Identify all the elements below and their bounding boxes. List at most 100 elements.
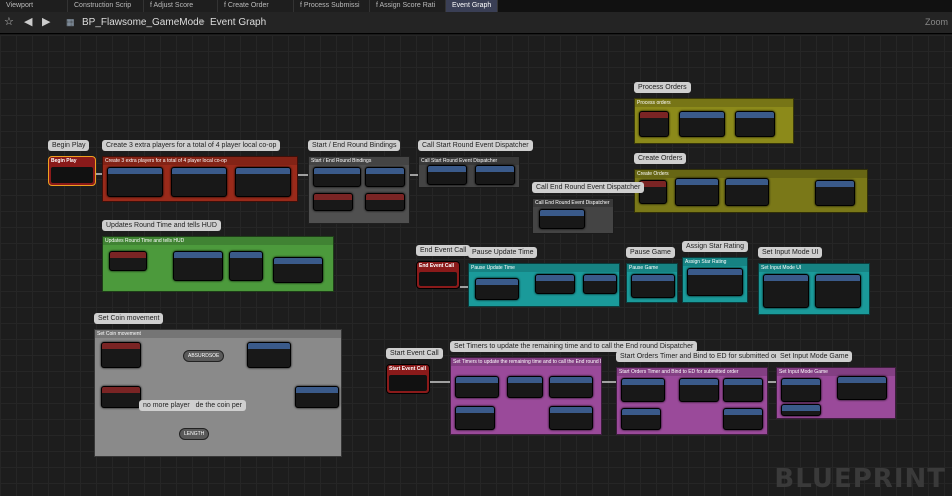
node[interactable]	[313, 167, 361, 187]
comment-bubble-set-input-mode-ui: Set Input Mode UI	[758, 247, 823, 258]
node[interactable]	[365, 193, 405, 211]
node[interactable]	[815, 274, 861, 308]
comment-bubble-call-start-round: Call Start Round Event Dispatcher	[418, 140, 533, 151]
node[interactable]	[723, 408, 763, 430]
comment-set-timers[interactable]: Set Timers to update the remaining time …	[450, 357, 602, 435]
node[interactable]	[109, 251, 147, 271]
tab-assign-score-rating[interactable]: f Assign Score Rati	[370, 0, 446, 12]
length-node[interactable]: LENGTH	[179, 428, 210, 440]
comment-start-orders-timer[interactable]: Start Orders Timer and Bind to ED for su…	[616, 367, 768, 435]
breadcrumb-blueprint[interactable]: BP_Flawsome_GameMode	[82, 17, 204, 28]
comment-assign-star-rating[interactable]: Assign Star Rating	[682, 257, 748, 303]
event-title: Begin Play	[51, 158, 77, 164]
comment-bubble-end-event-call: End Event Call	[416, 245, 471, 256]
comment-bubble-create-orders: Create Orders	[634, 153, 687, 164]
comment-call-start-round[interactable]: Call Start Round Event Dispatcher	[418, 156, 520, 188]
star-icon[interactable]: ☆	[4, 17, 14, 28]
start-event-call-node[interactable]: Start Event Call	[386, 364, 430, 394]
comment-header: Pause Game	[627, 264, 677, 272]
comment-header: Assign Star Rating	[683, 258, 747, 266]
node[interactable]	[273, 257, 323, 283]
graph-canvas[interactable]: Process Orders Process orders Create Ord…	[0, 35, 952, 496]
comment-header: Call Start Round Event Dispatcher	[419, 157, 519, 165]
node[interactable]	[735, 111, 775, 137]
node[interactable]	[507, 376, 543, 398]
comment-bubble-start-orders-timer: Start Orders Timer and Bind to ED for su…	[616, 351, 792, 362]
node[interactable]	[365, 167, 405, 187]
comment-updates-round-time[interactable]: Updates Round Time and tells HUD	[102, 236, 334, 292]
comment-pause-update-time[interactable]: Pause Update Time	[468, 263, 620, 307]
tab-create-order[interactable]: f Create Order	[218, 0, 294, 12]
node[interactable]	[549, 376, 593, 398]
comment-bubble-pause-update-time: Pause Update Time	[468, 247, 538, 258]
node[interactable]	[235, 167, 291, 197]
node[interactable]	[837, 376, 887, 400]
node[interactable]	[427, 165, 467, 185]
node[interactable]	[639, 111, 669, 137]
node[interactable]	[247, 342, 291, 368]
node[interactable]	[171, 167, 227, 197]
tab-construction-script[interactable]: Construction Scrip	[68, 0, 144, 12]
comment-bubble-create-players: Create 3 extra players for a total of 4 …	[102, 140, 281, 151]
node[interactable]	[107, 167, 163, 197]
node[interactable]	[621, 378, 665, 402]
comment-bubble-pause-game: Pause Game	[626, 247, 675, 258]
comment-header: Start / End Round Bindings	[309, 157, 409, 165]
absurdsoe-node[interactable]: ABSURDSOE	[183, 350, 225, 362]
comment-start-end-bindings[interactable]: Start / End Round Bindings	[308, 156, 410, 224]
node[interactable]	[101, 386, 141, 408]
node[interactable]	[687, 268, 743, 296]
comment-bubble-assign-star-rating: Assign Star Rating	[682, 241, 748, 252]
node[interactable]	[725, 178, 769, 206]
comment-header: Start Orders Timer and Bind to ED for su…	[617, 368, 767, 376]
node[interactable]	[549, 406, 593, 430]
node[interactable]	[723, 378, 763, 402]
node[interactable]	[101, 342, 141, 368]
event-title: Start Event Call	[389, 366, 426, 372]
node[interactable]	[295, 386, 339, 408]
node[interactable]	[535, 274, 575, 294]
comment-set-input-mode-ui[interactable]: Set Input Mode UI	[758, 263, 870, 315]
node[interactable]	[229, 251, 263, 281]
coin-note-2: de the coin per	[195, 402, 242, 409]
blueprint-watermark: BLUEPRINT	[774, 464, 946, 494]
tab-event-graph[interactable]: Event Graph	[446, 0, 498, 12]
back-arrow-icon[interactable]: ◀	[24, 17, 32, 28]
node[interactable]	[583, 274, 617, 294]
comment-call-end-round[interactable]: Call End Round Event Dispatcher	[532, 198, 614, 234]
comment-header: Create Orders	[635, 170, 867, 178]
comment-set-coin-movement[interactable]: Set Coin movement ABSURDSOE no more play…	[94, 329, 342, 457]
blueprint-icon: ▦	[66, 17, 75, 27]
end-event-call-node[interactable]: End Event Call	[416, 261, 460, 289]
node[interactable]	[781, 378, 821, 402]
tab-adjust-score[interactable]: f Adjust Score	[144, 0, 218, 12]
comment-create-orders[interactable]: Create Orders	[634, 169, 868, 213]
comment-create-players[interactable]: Create 3 extra players for a total of 4 …	[102, 156, 298, 202]
tab-process-submission[interactable]: f Process Submissi	[294, 0, 370, 12]
node[interactable]	[475, 278, 519, 300]
node[interactable]	[679, 378, 719, 402]
comment-header: Create 3 extra players for a total of 4 …	[103, 157, 297, 165]
comment-header: Pause Update Time	[469, 264, 619, 272]
node[interactable]	[679, 111, 725, 137]
comment-header: Set Coin movement	[95, 330, 341, 338]
node[interactable]	[173, 251, 223, 281]
breadcrumb-graph[interactable]: Event Graph	[210, 17, 266, 28]
node[interactable]	[675, 178, 719, 206]
begin-play-event-node[interactable]: Begin Play	[48, 156, 96, 186]
comment-set-input-mode-game[interactable]: Set Input Mode Game	[776, 367, 896, 419]
node[interactable]	[621, 408, 661, 430]
tab-viewport[interactable]: Viewport	[0, 0, 68, 12]
node[interactable]	[455, 376, 499, 398]
forward-arrow-icon[interactable]: ▶	[42, 17, 50, 28]
node[interactable]	[631, 274, 675, 298]
node[interactable]	[455, 406, 495, 430]
comment-pause-game[interactable]: Pause Game	[626, 263, 678, 303]
node[interactable]	[781, 404, 821, 416]
comment-process-orders[interactable]: Process orders	[634, 98, 794, 144]
node[interactable]	[815, 180, 855, 206]
node[interactable]	[763, 274, 809, 308]
node[interactable]	[539, 209, 585, 229]
node[interactable]	[475, 165, 515, 185]
node[interactable]	[313, 193, 353, 211]
